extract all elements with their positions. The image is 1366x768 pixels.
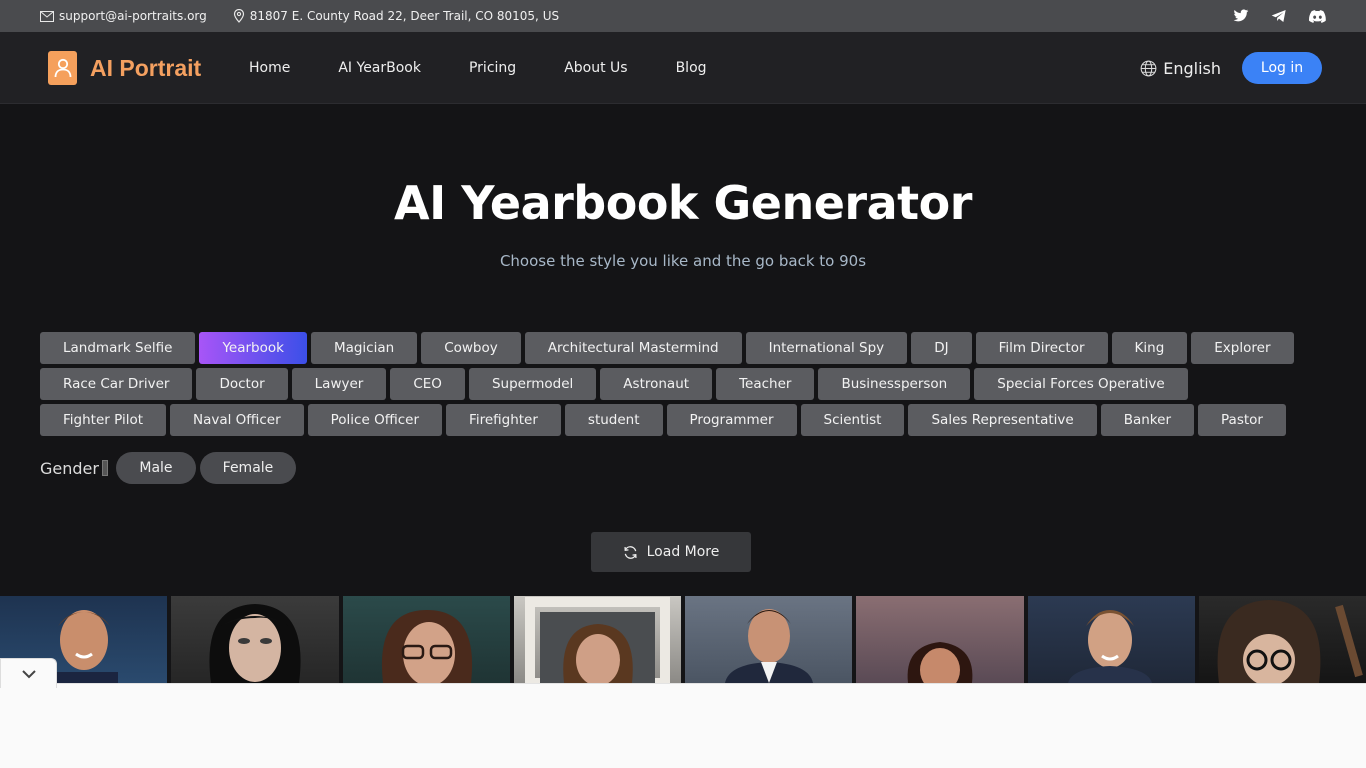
nav-actions: English Log in xyxy=(1140,52,1322,84)
style-chip-naval-officer[interactable]: Naval Officer xyxy=(170,404,304,436)
top-info-bar: support@ai-portraits.org 81807 E. County… xyxy=(0,0,1366,32)
style-chip-architectural-mastermind[interactable]: Architectural Mastermind xyxy=(524,332,742,364)
style-chip-supermodel[interactable]: Supermodel xyxy=(468,368,597,400)
gender-label: Gender xyxy=(40,458,99,478)
globe-icon xyxy=(1140,60,1157,76)
address-contact: 81807 E. County Road 22, Deer Trail, CO … xyxy=(233,9,559,23)
portrait-logo-icon xyxy=(48,51,77,85)
nav-link-blog[interactable]: Blog xyxy=(676,60,707,76)
load-more-label: Load More xyxy=(646,544,720,560)
style-chips-row-1: Landmark Selfie Yearbook Magician Cowboy Arc… xyxy=(40,332,1294,364)
style-chip-firefighter[interactable]: Firefighter xyxy=(446,404,561,436)
style-chip-fighter-pilot[interactable]: Fighter Pilot xyxy=(40,404,166,436)
portrait-thumbnail[interactable] xyxy=(685,596,852,683)
style-chip-lawyer[interactable]: Lawyer xyxy=(291,368,387,400)
email-contact[interactable]: support@ai-portraits.org xyxy=(40,9,207,23)
style-chip-programmer[interactable]: Programmer xyxy=(666,404,797,436)
portrait-thumbnail[interactable] xyxy=(856,596,1024,683)
style-chip-international-spy[interactable]: International Spy xyxy=(745,332,908,364)
nav-link-ai-yearbook[interactable]: AI YearBook xyxy=(338,60,421,76)
telegram-icon[interactable] xyxy=(1271,9,1287,23)
login-button[interactable]: Log in xyxy=(1242,52,1322,84)
main-navbar: AI Portrait Home AI YearBook Pricing Abo… xyxy=(0,32,1366,104)
style-chips-row-2: Race Car Driver Doctor Lawyer CEO Supermodel… xyxy=(40,368,1188,400)
style-chip-magician[interactable]: Magician xyxy=(310,332,418,364)
style-chip-police-officer[interactable]: Police Officer xyxy=(307,404,443,436)
portrait-gallery xyxy=(0,596,1366,683)
nav-link-about-us[interactable]: About Us xyxy=(564,60,627,76)
address-text: 81807 E. County Road 22, Deer Trail, CO … xyxy=(249,9,560,23)
style-chip-scientist[interactable]: Scientist xyxy=(800,404,905,436)
chevron-down-icon xyxy=(21,669,36,678)
social-links xyxy=(1233,0,1326,32)
style-chip-cowboy[interactable]: Cowboy xyxy=(421,332,521,364)
style-chip-race-car-driver[interactable]: Race Car Driver xyxy=(40,368,193,400)
style-chip-doctor[interactable]: Doctor xyxy=(196,368,288,400)
nav-links: Home AI YearBook Pricing About Us Blog xyxy=(249,32,707,104)
portrait-thumbnail[interactable] xyxy=(514,596,681,683)
style-chip-yearbook[interactable]: Yearbook xyxy=(199,332,307,364)
gender-filter: Gender Male Female xyxy=(40,452,300,484)
style-chip-special-forces-operative[interactable]: Special Forces Operative xyxy=(974,368,1188,400)
collapse-drawer-button[interactable] xyxy=(0,658,57,688)
gender-male-button[interactable]: Male xyxy=(115,452,196,484)
style-chip-landmark-selfie[interactable]: Landmark Selfie xyxy=(40,332,196,364)
portrait-thumbnail[interactable] xyxy=(1028,596,1195,683)
brand-name: AI Portrait xyxy=(90,54,202,81)
language-selector[interactable]: English xyxy=(1140,59,1221,78)
portrait-thumbnail[interactable] xyxy=(171,596,339,683)
brand-logo[interactable]: AI Portrait xyxy=(48,51,201,85)
email-text: support@ai-portraits.org xyxy=(59,9,207,23)
style-chip-businessperson[interactable]: Businessperson xyxy=(818,368,971,400)
page-subtitle: Choose the style you like and the go bac… xyxy=(499,252,867,270)
style-chip-film-director[interactable]: Film Director xyxy=(975,332,1108,364)
style-chip-astronaut[interactable]: Astronaut xyxy=(600,368,713,400)
twitter-icon[interactable] xyxy=(1233,9,1249,23)
style-chip-king[interactable]: King xyxy=(1111,332,1188,364)
portrait-thumbnail[interactable] xyxy=(1199,596,1366,683)
mail-icon xyxy=(40,10,54,22)
style-chip-banker[interactable]: Banker xyxy=(1100,404,1195,436)
text-cursor-marker xyxy=(101,460,108,476)
nav-link-home[interactable]: Home xyxy=(249,60,290,76)
style-chip-ceo[interactable]: CEO xyxy=(390,368,465,400)
style-chip-dj[interactable]: DJ xyxy=(911,332,972,364)
style-chips-row-3: Fighter Pilot Naval Officer Police Officer… xyxy=(40,404,1286,436)
style-chip-pastor[interactable]: Pastor xyxy=(1198,404,1286,436)
language-label: English xyxy=(1163,58,1221,78)
style-chip-explorer[interactable]: Explorer xyxy=(1191,332,1294,364)
style-chip-teacher[interactable]: Teacher xyxy=(716,368,815,400)
nav-link-pricing[interactable]: Pricing xyxy=(469,60,516,76)
bottom-drawer xyxy=(0,683,1366,768)
location-pin-icon xyxy=(233,9,244,23)
style-chip-student[interactable]: student xyxy=(564,404,663,436)
style-chip-sales-representative[interactable]: Sales Representative xyxy=(908,404,1097,436)
load-more-button[interactable]: Load More xyxy=(591,532,751,572)
discord-icon[interactable] xyxy=(1309,9,1326,23)
portrait-thumbnail[interactable] xyxy=(343,596,510,683)
gender-female-button[interactable]: Female xyxy=(199,452,296,484)
refresh-icon xyxy=(624,545,637,559)
page-title: AI Yearbook Generator xyxy=(394,176,972,230)
